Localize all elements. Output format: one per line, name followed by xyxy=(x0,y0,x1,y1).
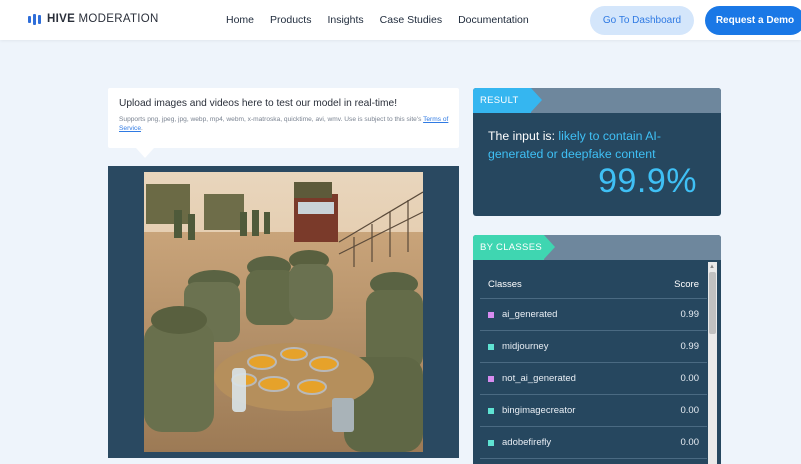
classes-tag: BY CLASSES xyxy=(473,235,555,260)
class-color-dot xyxy=(488,440,494,446)
classes-table-header: Classes Score xyxy=(480,268,707,299)
by-classes-card: BY CLASSES Classes Score ai_generated 0.… xyxy=(473,235,721,464)
upload-instructions-card: Upload images and videos here to test ou… xyxy=(108,88,459,158)
class-color-dot xyxy=(488,376,494,382)
scrollbar-thumb[interactable] xyxy=(709,272,716,334)
nav-link-products[interactable]: Products xyxy=(270,14,311,26)
classes-scrollbar[interactable]: ▲ xyxy=(708,262,717,464)
table-row: midjourney 0.99 xyxy=(480,331,707,363)
nav-link-insights[interactable]: Insights xyxy=(327,14,363,26)
scroll-up-icon[interactable]: ▲ xyxy=(709,263,715,271)
logo-text: HIVE MODERATION xyxy=(47,13,159,25)
class-color-dot xyxy=(488,312,494,318)
class-label: adobefirefly xyxy=(502,437,552,448)
class-label: not_ai_generated xyxy=(502,373,576,384)
column-header-score: Score xyxy=(674,279,699,290)
table-row: bingimagecreator 0.00 xyxy=(480,395,707,427)
class-label: ai_generated xyxy=(502,309,558,320)
table-row: not_ai_generated 0.00 xyxy=(480,363,707,395)
classes-table: Classes Score ai_generated 0.99 midjourn… xyxy=(480,268,707,459)
nav-links: Home Products Insights Case Studies Docu… xyxy=(226,14,545,26)
result-verdict: The input is: likely to contain AI-gener… xyxy=(488,129,661,161)
uploaded-photo xyxy=(144,172,423,452)
hive-logo-icon xyxy=(28,13,41,25)
top-navbar: HIVE MODERATION Home Products Insights C… xyxy=(0,0,801,40)
result-tag-label: RESULT xyxy=(480,95,519,106)
classes-tag-label: BY CLASSES xyxy=(480,242,542,253)
class-score: 0.00 xyxy=(680,373,700,384)
upload-title: Upload images and videos here to test ou… xyxy=(119,98,398,109)
request-demo-button[interactable]: Request a Demo xyxy=(705,6,801,35)
result-tag: RESULT xyxy=(473,88,542,113)
class-color-dot xyxy=(488,408,494,414)
table-row: ai_generated 0.99 xyxy=(480,299,707,331)
class-label: bingimagecreator xyxy=(502,405,576,416)
column-header-classes: Classes xyxy=(488,279,522,290)
hive-logo[interactable]: HIVE MODERATION xyxy=(28,13,159,25)
nav-link-home[interactable]: Home xyxy=(226,14,254,26)
class-score: 0.00 xyxy=(680,405,700,416)
image-preview-panel[interactable] xyxy=(108,166,459,458)
class-color-dot xyxy=(488,344,494,350)
nav-link-case-studies[interactable]: Case Studies xyxy=(380,14,442,26)
table-row: adobefirefly 0.00 xyxy=(480,427,707,459)
result-card: RESULT The input is: likely to contain A… xyxy=(473,88,721,216)
class-score: 0.99 xyxy=(680,309,700,320)
class-score: 0.99 xyxy=(680,341,700,352)
result-header: RESULT xyxy=(473,88,721,113)
result-percentage: 99.9% xyxy=(598,162,697,200)
supported-formats-text: Supports png, jpeg, jpg, webp, mp4, webm… xyxy=(119,116,449,132)
go-to-dashboard-button[interactable]: Go To Dashboard xyxy=(590,6,694,35)
class-label: midjourney xyxy=(502,341,549,352)
nav-link-documentation[interactable]: Documentation xyxy=(458,14,529,26)
classes-header: BY CLASSES xyxy=(473,235,721,260)
class-score: 0.00 xyxy=(680,437,700,448)
